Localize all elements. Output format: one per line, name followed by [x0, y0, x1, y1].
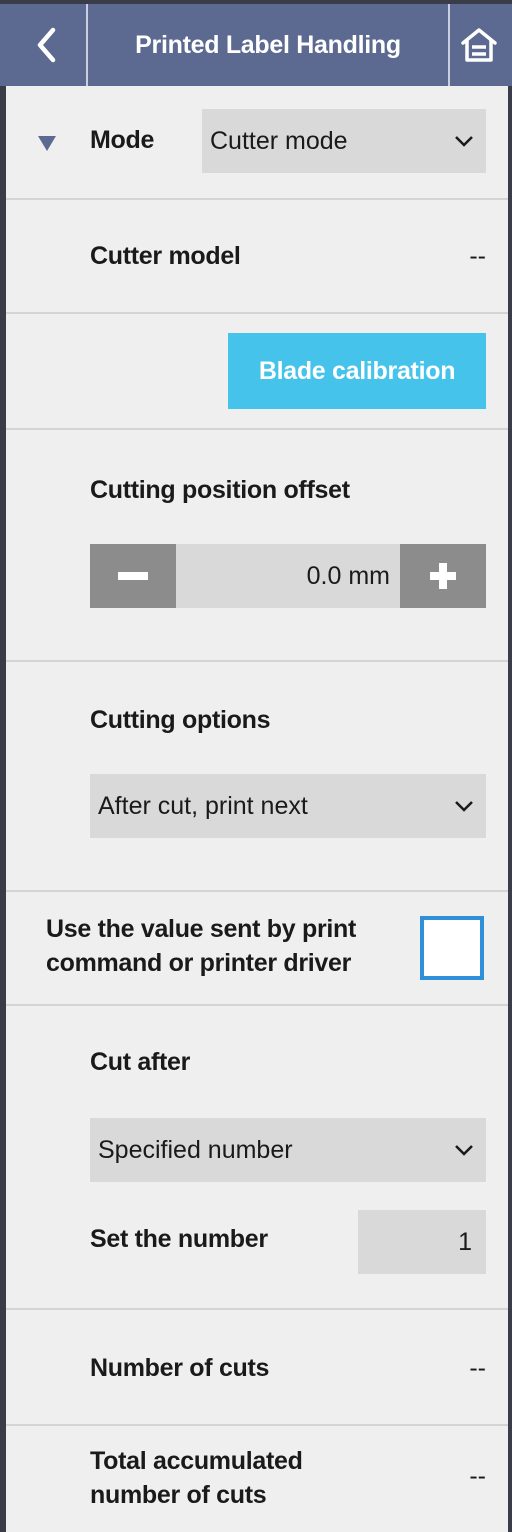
mode-label: Mode: [90, 126, 155, 154]
cutting-options-label: Cutting options: [90, 706, 271, 734]
chevron-left-icon: [37, 27, 56, 63]
frame-right-border: [508, 0, 512, 1532]
cutting-options-select[interactable]: After cut, print next: [90, 774, 486, 838]
home-icon: [461, 28, 497, 62]
cutting-options-section: Cutting options After cut, print next: [6, 662, 508, 892]
total-accumulated-value: --: [469, 1462, 486, 1490]
use-driver-value-checkbox[interactable]: [420, 916, 484, 980]
cutter-model-label: Cutter model: [90, 242, 241, 270]
use-driver-value-section: Use the value sent by print command or p…: [6, 892, 508, 1006]
total-accumulated-line1: Total accumulated: [90, 1447, 303, 1475]
number-of-cuts-label: Number of cuts: [90, 1354, 270, 1382]
mode-value: Cutter mode: [210, 126, 348, 155]
cutter-model-value: --: [469, 242, 486, 270]
cutter-model-section: Cutter model --: [6, 200, 508, 314]
blade-calibration-button[interactable]: Blade calibration: [228, 333, 486, 409]
header-bar: Printed Label Handling: [0, 0, 512, 86]
set-number-label: Set the number: [90, 1225, 268, 1253]
use-driver-value-line1: Use the value sent by print: [46, 915, 357, 943]
cutting-options-value: After cut, print next: [98, 791, 308, 820]
mode-select[interactable]: Cutter mode: [202, 109, 486, 173]
number-of-cuts-value: --: [469, 1354, 486, 1382]
back-button[interactable]: [6, 4, 86, 86]
cut-after-select[interactable]: Specified number: [90, 1118, 486, 1182]
minus-icon: [118, 572, 148, 580]
plus-icon: [430, 563, 456, 589]
page-title: Printed Label Handling: [135, 30, 401, 59]
chevron-down-icon: [455, 136, 473, 147]
offset-value: 0.0 mm: [306, 561, 390, 590]
number-of-cuts-section: Number of cuts --: [6, 1310, 508, 1426]
use-driver-value-line2: command or printer driver: [46, 949, 352, 977]
offset-stepper: 0.0 mm: [90, 544, 486, 608]
increment-button[interactable]: [400, 544, 486, 608]
cut-after-value: Specified number: [98, 1135, 293, 1164]
set-number-input[interactable]: 1: [358, 1210, 486, 1274]
total-accumulated-label: Total accumulated number of cuts: [90, 1444, 303, 1512]
blade-calibration-section: Blade calibration: [6, 314, 508, 430]
decrement-button[interactable]: [90, 544, 176, 608]
chevron-down-icon: [455, 801, 473, 812]
cutting-position-offset-label: Cutting position offset: [90, 476, 350, 504]
mode-section: Mode Cutter mode: [6, 86, 508, 200]
chevron-down-icon: [455, 1145, 473, 1156]
triangle-down-icon[interactable]: [38, 136, 56, 152]
cut-after-section: Cut after Specified number Set the numbe…: [6, 1006, 508, 1310]
total-accumulated-section: Total accumulated number of cuts --: [6, 1426, 508, 1532]
home-button[interactable]: [450, 4, 508, 86]
cut-after-label: Cut after: [90, 1048, 191, 1076]
cutting-position-offset-section: Cutting position offset 0.0 mm: [6, 430, 508, 662]
total-accumulated-line2: number of cuts: [90, 1481, 267, 1509]
use-driver-value-label: Use the value sent by print command or p…: [46, 912, 356, 980]
